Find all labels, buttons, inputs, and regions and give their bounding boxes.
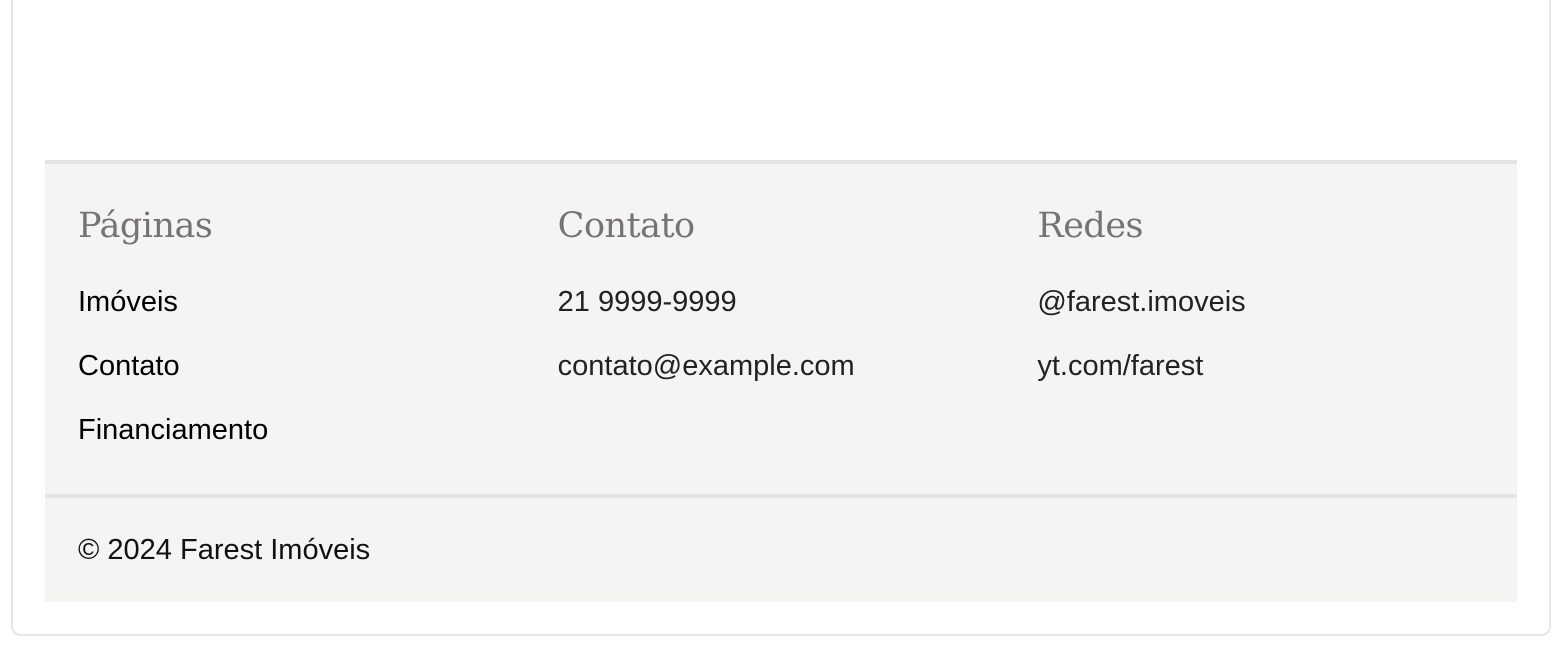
footer-columns: Páginas Imóveis Contato Financiamento Co… bbox=[45, 164, 1517, 494]
pages-list: Imóveis Contato Financiamento bbox=[78, 286, 558, 478]
social-list: @farest.imoveis yt.com/farest bbox=[1037, 286, 1517, 414]
social-youtube: yt.com/farest bbox=[1037, 350, 1204, 382]
footer-link-imoveis[interactable]: Imóveis bbox=[78, 286, 558, 350]
footer-column-pages: Páginas Imóveis Contato Financiamento bbox=[78, 164, 558, 494]
footer-heading-social: Redes bbox=[1037, 206, 1143, 246]
footer-column-social: Redes @farest.imoveis yt.com/farest bbox=[1037, 164, 1517, 494]
footer-column-contact: Contato 21 9999-9999 contato@example.com bbox=[558, 164, 1038, 494]
contact-email: contato@example.com bbox=[557, 350, 855, 382]
site-footer: Páginas Imóveis Contato Financiamento Co… bbox=[45, 160, 1517, 602]
copyright-text: © 2024 Farest Imóveis bbox=[78, 534, 371, 566]
footer-heading-pages: Páginas bbox=[78, 206, 213, 246]
contact-phone: 21 9999-9999 bbox=[557, 286, 737, 318]
social-instagram: @farest.imoveis bbox=[1037, 286, 1246, 318]
footer-heading-contact: Contato bbox=[557, 206, 695, 246]
footer-link-financiamento[interactable]: Financiamento bbox=[78, 414, 558, 478]
footer-link-contato[interactable]: Contato bbox=[78, 350, 558, 414]
footer-divider bbox=[45, 494, 1517, 498]
contact-list: 21 9999-9999 contato@example.com bbox=[558, 286, 1038, 414]
